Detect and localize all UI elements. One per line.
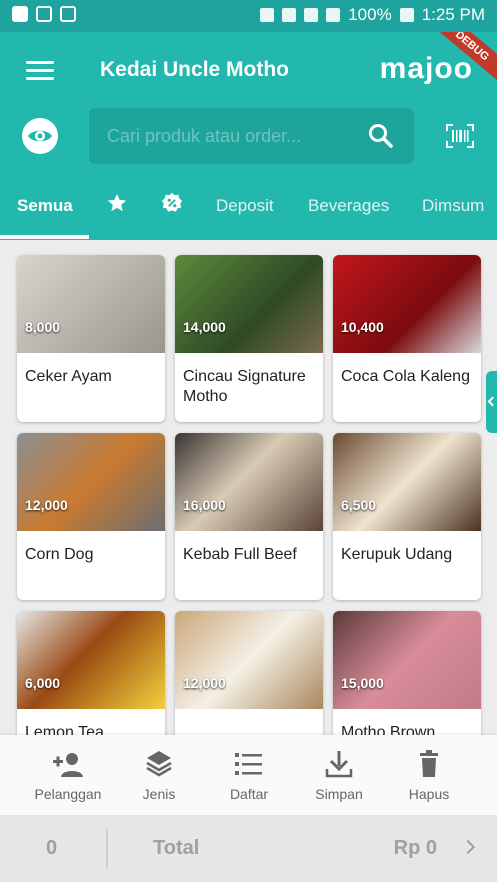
- product-price: 6,500: [341, 497, 377, 513]
- product-card-cincau[interactable]: 14,000 Cincau Signature Motho: [175, 255, 323, 422]
- product-card-coca-cola[interactable]: 10,400 Coca Cola Kaleng: [333, 255, 481, 422]
- status-bar: 100% 1:25 PM: [0, 0, 497, 32]
- store-title: Kedai Uncle Motho: [100, 58, 290, 81]
- list-button[interactable]: Daftar: [209, 749, 289, 802]
- product-card-ceker-ayam[interactable]: 8,000 Ceker Ayam: [17, 255, 165, 422]
- product-name: Corn Dog: [25, 546, 94, 563]
- bluetooth-icon: [260, 8, 275, 22]
- product-card-motho-brown[interactable]: 15,000 Motho Brown: [333, 611, 481, 735]
- type-button[interactable]: Jenis: [119, 749, 199, 802]
- product-image: [333, 611, 481, 709]
- total-amount: Rp 0: [393, 837, 437, 859]
- checkout-total-bar[interactable]: 0 Total Rp 0: [0, 815, 497, 882]
- action-toolbar: Pelanggan Jenis Daftar Simpan Hapus: [0, 735, 497, 815]
- total-label: Total: [153, 837, 200, 859]
- delete-button[interactable]: Hapus: [389, 749, 469, 802]
- product-card-corn-dog[interactable]: 12,000 Corn Dog: [17, 433, 165, 600]
- product-image: [333, 433, 481, 531]
- layers-icon: [146, 751, 172, 777]
- signal-icon: [326, 8, 341, 22]
- battery-icon: [399, 8, 414, 22]
- chevron-right-icon: [460, 839, 476, 855]
- product-price: 16,000: [183, 497, 226, 513]
- eye-toggle-button[interactable]: [22, 118, 58, 154]
- app-notification-icon: [12, 6, 28, 22]
- delete-label: Hapus: [408, 786, 450, 802]
- battery-level: 100%: [348, 5, 392, 24]
- save-label: Simpan: [315, 786, 363, 802]
- majoo-logo: majoo: [379, 52, 473, 85]
- hamburger-menu-icon[interactable]: [26, 61, 54, 81]
- product-price: 6,000: [25, 675, 61, 691]
- sim-icon: [60, 6, 76, 22]
- product-card-kebab[interactable]: 16,000 Kebab Full Beef: [175, 433, 323, 600]
- product-image: [17, 255, 165, 353]
- mute-icon: [282, 8, 297, 22]
- tab-beverages[interactable]: Beverages: [308, 184, 389, 240]
- screenshot-icon: [36, 6, 52, 22]
- product-price: 12,000: [183, 675, 226, 691]
- search-icon[interactable]: [368, 123, 394, 149]
- favorite-star-icon[interactable]: [106, 192, 128, 214]
- product-image: [175, 611, 323, 709]
- add-customer-label: Pelanggan: [34, 786, 102, 802]
- product-name: Cincau Signature Motho: [183, 368, 306, 405]
- product-price: 15,000: [341, 675, 384, 691]
- type-label: Jenis: [142, 786, 176, 802]
- product-grid: 8,000 Ceker Ayam 14,000 Cincau Signature…: [0, 240, 497, 735]
- product-card-bakpao[interactable]: 12,000: [175, 611, 323, 735]
- product-price: 8,000: [25, 319, 61, 335]
- discount-badge-icon[interactable]: [161, 192, 183, 214]
- tab-dimsum[interactable]: Dimsum: [422, 184, 484, 240]
- product-image: [17, 611, 165, 709]
- product-card-kerupuk[interactable]: 6,500 Kerupuk Udang: [333, 433, 481, 600]
- search-bar: [89, 108, 414, 164]
- download-icon: [325, 751, 353, 778]
- product-price: 10,400: [341, 319, 384, 335]
- save-button[interactable]: Simpan: [299, 749, 379, 802]
- list-label: Daftar: [229, 786, 269, 802]
- product-image: [333, 255, 481, 353]
- clock: 1:25 PM: [421, 5, 485, 24]
- category-tabs: Semua Deposit Beverages Dimsum: [0, 184, 497, 240]
- add-person-icon: [53, 753, 83, 777]
- product-name: Coca Cola Kaleng: [341, 368, 470, 385]
- product-price: 14,000: [183, 319, 226, 335]
- product-image: [175, 255, 323, 353]
- product-name: Ceker Ayam: [25, 368, 112, 385]
- tab-semua[interactable]: Semua: [17, 184, 73, 240]
- tab-deposit[interactable]: Deposit: [216, 184, 274, 240]
- list-icon: [235, 753, 262, 775]
- divider: [106, 829, 108, 869]
- product-name: Kerupuk Udang: [341, 546, 453, 563]
- item-count: 0: [46, 837, 58, 859]
- active-tab-indicator: [0, 235, 89, 239]
- product-image: [17, 433, 165, 531]
- product-image: [175, 433, 323, 531]
- product-name: Motho Brown: [341, 724, 436, 735]
- barcode-scanner-icon[interactable]: [446, 124, 474, 148]
- side-drawer-handle[interactable]: [486, 371, 497, 433]
- product-name: Lemon Tea: [25, 724, 104, 735]
- product-name: Kebab Full Beef: [183, 546, 297, 563]
- trash-icon: [420, 750, 438, 777]
- search-input[interactable]: [107, 122, 347, 150]
- product-card-lemon-tea[interactable]: 6,000 Lemon Tea: [17, 611, 165, 735]
- product-price: 12,000: [25, 497, 68, 513]
- add-customer-button[interactable]: Pelanggan: [28, 749, 108, 802]
- app-header: Kedai Uncle Motho majoo DEBUG Semua Depo…: [0, 32, 497, 240]
- eye-icon: [28, 130, 52, 142]
- wifi-icon: [304, 8, 319, 22]
